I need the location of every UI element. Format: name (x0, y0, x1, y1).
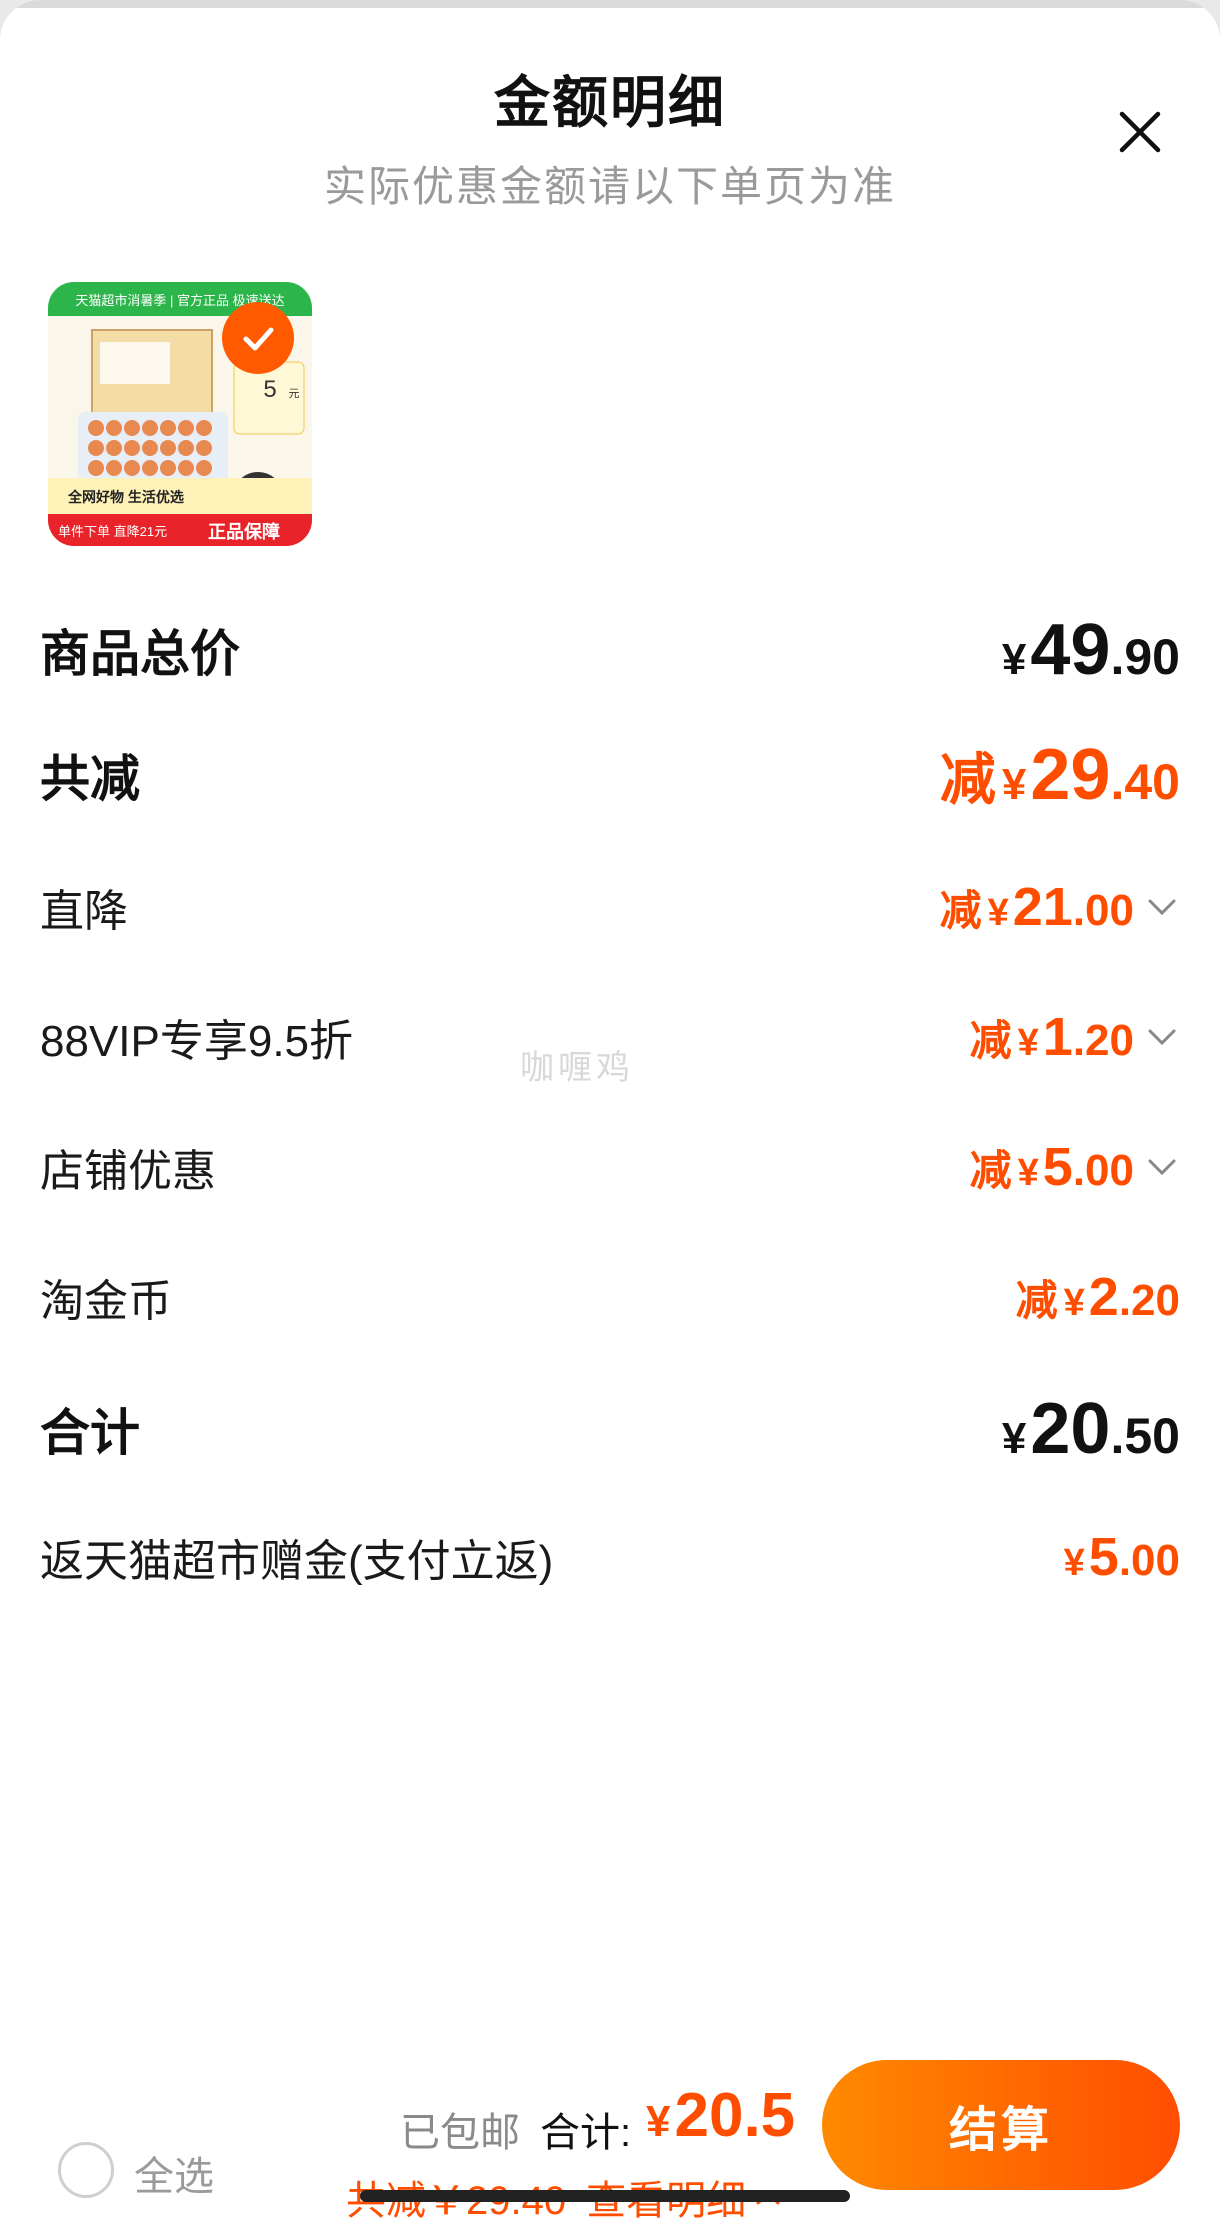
price-tag-number: 5 (263, 376, 276, 403)
row-taojinbi: 淘金币 减 ¥ 2 .20 (40, 1252, 1180, 1342)
amount-decimal: .20 (1118, 1276, 1180, 1325)
row-amount: ¥ 49 .90 (1002, 609, 1180, 691)
row-amount: 减 ¥ 2 .20 (1016, 1266, 1180, 1328)
row-label: 直降 (40, 887, 128, 936)
row-direct-discount[interactable]: 直降 减 ¥ 21 .00 (40, 862, 1180, 952)
close-icon[interactable] (1116, 108, 1164, 156)
promo-line-1: 全网好物 生活优选 (67, 489, 184, 505)
amount-integer: 5 (1042, 1137, 1073, 1197)
row-label: 淘金币 (40, 1277, 172, 1326)
row-store-discount[interactable]: 店铺优惠 减 ¥ 5 .00 (40, 1122, 1180, 1212)
chevron-down-icon[interactable] (1144, 895, 1180, 919)
amount-integer: 20 (1030, 1389, 1111, 1469)
select-all-label[interactable]: 全选 (134, 2144, 214, 2202)
row-cashback: 返天猫超市赠金(支付立返) ¥ 5 .00 (40, 1512, 1180, 1602)
total-label: 合计: (540, 2111, 632, 2155)
currency-symbol: ¥ (1001, 760, 1027, 809)
total-amount: ¥ 20.5 (646, 2080, 795, 2151)
amount-integer: 2 (1088, 1267, 1119, 1327)
currency-symbol: ¥ (1001, 1414, 1027, 1463)
amount-decimal: .00 (1072, 1146, 1134, 1195)
select-all-radio[interactable] (58, 2142, 114, 2198)
minus-prefix: 减 (939, 748, 996, 811)
row-amount: 减 ¥ 29 .40 (940, 734, 1180, 816)
amount-decimal: .20 (1072, 1016, 1134, 1065)
row-amount: 减 ¥ 1 .20 (970, 1006, 1180, 1068)
amount-decimal: .00 (1072, 886, 1134, 935)
minus-prefix: 减 (969, 1147, 1012, 1194)
amount-decimal: .50 (1110, 1408, 1180, 1464)
currency-symbol: ¥ (1063, 1542, 1085, 1584)
row-amount: 减 ¥ 21 .00 (940, 876, 1180, 938)
amount-decimal: .40 (1110, 754, 1180, 810)
amount-integer: 5 (1088, 1527, 1119, 1587)
home-indicator (360, 2190, 850, 2202)
minus-prefix: 减 (969, 1017, 1012, 1064)
amount-integer: 21 (1012, 877, 1073, 937)
row-label: 返天猫超市赠金(支付立返) (40, 1537, 554, 1586)
currency-symbol: ¥ (1001, 635, 1027, 684)
watermark: 咖喱鸡 (520, 1049, 634, 1087)
amount-detail-sheet: 金额明细 实际优惠金额请以下单页为准 天猫超市消暑季 | 官方正品 极速送达 5… (0, 0, 1220, 2226)
free-shipping-label: 已包邮 (400, 2111, 520, 2155)
promo-badge: 正品保障 (208, 521, 280, 542)
selected-check-badge[interactable] (222, 302, 294, 374)
currency-symbol: ¥ (987, 892, 1009, 934)
currency-symbol: ¥ (646, 2097, 671, 2146)
chevron-down-icon[interactable] (1144, 1155, 1180, 1179)
row-label: 88VIP专享9.5折 (40, 1017, 354, 1066)
row-subtotal: 合计 ¥ 20 .50 (40, 1384, 1180, 1474)
amount-integer: 1 (1042, 1007, 1073, 1067)
promo-line-2: 单件下单 直降21元 (58, 524, 167, 539)
row-amount: 减 ¥ 5 .00 (970, 1136, 1180, 1198)
chevron-down-icon[interactable] (1144, 1025, 1180, 1049)
minus-prefix: 减 (1015, 1277, 1058, 1324)
row-label: 共减 (40, 751, 140, 807)
currency-symbol: ¥ (1017, 1022, 1039, 1064)
currency-symbol: ¥ (1017, 1152, 1039, 1194)
sheet-top-strip (0, 0, 1220, 8)
checkout-button[interactable]: 结算 (822, 2060, 1180, 2190)
currency-symbol: ¥ (1063, 1282, 1085, 1324)
amount-decimal: .00 (1118, 1536, 1180, 1585)
amount-integer: 49 (1030, 610, 1111, 690)
check-icon (243, 327, 274, 351)
row-amount: ¥ 20 .50 (1002, 1388, 1180, 1470)
amount-integer: 29 (1030, 735, 1111, 815)
row-label: 店铺优惠 (40, 1147, 216, 1196)
amount-decimal: .90 (1110, 629, 1180, 685)
row-total-discount: 共减 减 ¥ 29 .40 (40, 730, 1180, 820)
row-label: 合计 (40, 1405, 140, 1461)
sheet-header: 金额明细 实际优惠金额请以下单页为准 (0, 58, 1220, 214)
total-value: 20.5 (674, 2081, 796, 2150)
minus-prefix: 减 (939, 887, 982, 934)
row-amount: ¥ 5 .00 (1064, 1526, 1180, 1588)
sheet-title: 金额明细 (494, 71, 726, 134)
price-tag-unit: 元 (289, 388, 300, 400)
sheet-subtitle: 实际优惠金额请以下单页为准 (323, 163, 896, 210)
row-label: 商品总价 (40, 626, 240, 682)
row-goods-total: 商品总价 ¥ 49 .90 (40, 605, 1180, 695)
